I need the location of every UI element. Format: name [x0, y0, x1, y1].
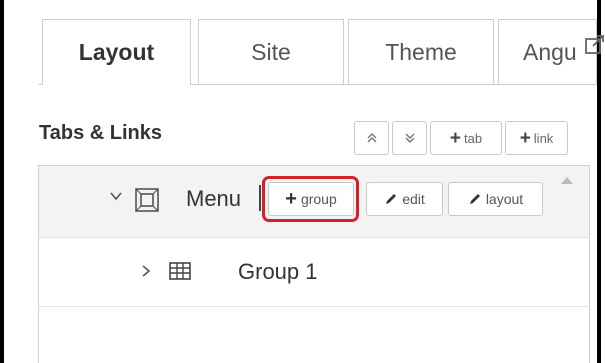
tab-theme-label: Theme	[385, 38, 457, 65]
chevrons-down-icon	[405, 133, 414, 143]
expand-all-button[interactable]	[392, 121, 427, 155]
tab-angular-label: Angu	[523, 38, 577, 65]
add-link-button[interactable]: + link	[505, 121, 568, 155]
add-group-label: group	[300, 191, 337, 207]
layout-button[interactable]: layout	[448, 182, 543, 216]
add-tab-label: tab	[464, 130, 483, 146]
chevron-down-icon[interactable]	[109, 187, 123, 208]
add-group-button[interactable]: + group	[268, 182, 354, 216]
tab-layout-label: Layout	[78, 39, 155, 65]
tree-row-group[interactable]: Group 1	[39, 238, 589, 307]
tab-theme[interactable]: Theme	[348, 19, 494, 84]
plus-icon: +	[519, 127, 531, 149]
tab-layout[interactable]: Layout	[42, 19, 191, 85]
pencil-icon	[386, 194, 397, 204]
add-tab-button[interactable]: + tab	[430, 121, 502, 155]
edit-label: edit	[402, 191, 425, 207]
group-name: Group 1	[238, 259, 318, 284]
plus-icon: +	[285, 188, 297, 210]
tree-row-menu[interactable]: Menu + group edit layout	[39, 166, 589, 238]
layout-label: layout	[485, 191, 524, 207]
plus-icon: +	[449, 127, 462, 149]
tab-bar: Layout Site Theme Angu	[38, 0, 604, 85]
pencil-icon	[469, 194, 480, 204]
tab-site-label: Site	[251, 38, 291, 65]
scroll-up-arrow[interactable]	[561, 177, 573, 184]
add-link-label: link	[533, 130, 554, 146]
tabs-links-tree: Menu + group edit layout Group 1	[38, 165, 590, 363]
tab-site[interactable]: Site	[198, 19, 344, 84]
tab-frame-icon	[135, 188, 159, 212]
grid-table-icon	[169, 262, 191, 280]
chevron-right-icon[interactable]	[139, 262, 153, 283]
edit-button[interactable]: edit	[366, 182, 443, 216]
text-cursor	[259, 185, 261, 211]
section-title: Tabs & Links	[39, 122, 162, 144]
collapse-all-button[interactable]	[354, 121, 389, 155]
tab-angular[interactable]: Angu	[498, 19, 597, 84]
tab-name: Menu	[186, 186, 242, 211]
popout-icon[interactable]	[584, 33, 605, 55]
chevrons-up-icon	[367, 133, 376, 143]
window-frame-left	[0, 0, 4, 363]
